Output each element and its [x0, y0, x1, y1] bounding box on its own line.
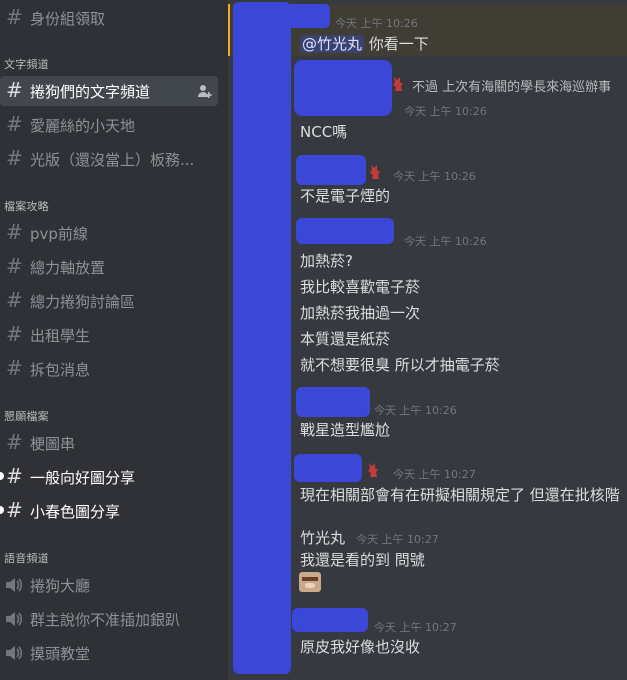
mention-bar	[228, 4, 230, 56]
hash-icon: #	[6, 322, 23, 346]
timestamp: 今天 上午 10:26	[374, 404, 457, 417]
timestamp: 今天 上午 10:26	[404, 105, 487, 118]
hash-icon: #	[6, 5, 23, 29]
message-text: 我比較喜歡電子菸	[300, 278, 421, 296]
message-text: 我還是看的到 問號	[300, 551, 425, 569]
hash-icon: #	[6, 146, 23, 170]
hash-icon: #	[6, 356, 23, 380]
speaker-icon	[6, 612, 23, 626]
channel-item[interactable]: # 總力軸放置	[0, 252, 228, 282]
timestamp: 今天 上午 10:27	[356, 533, 439, 546]
channel-sidebar: # 身份組領取 文字頻道 # 捲狗們的文字頻道 # 愛麗絲的小天地 # 光版（還…	[0, 0, 228, 680]
channel-name: 總力捲狗討論區	[30, 293, 136, 311]
message-content: @竹光丸 你看一下	[300, 33, 429, 54]
channel-name: pvp前線	[30, 225, 88, 243]
hash-icon: #	[6, 220, 23, 244]
hash-icon: #	[6, 254, 23, 278]
message-text: 加熱菸?	[300, 252, 353, 270]
channel-name: 拆包消息	[30, 361, 91, 379]
hash-icon: #	[6, 464, 23, 488]
message-text: 戰星造型尷尬	[300, 421, 391, 439]
message-text: 加熱菸我抽過一次	[300, 304, 421, 322]
voice-channel-item[interactable]: 摸頭教堂	[0, 638, 228, 668]
message-text: 原皮我好像也沒收	[300, 638, 421, 656]
category-text-channels[interactable]: 文字頻道	[4, 56, 49, 72]
message-text: 就不想要很臭 所以才抽電子菸	[300, 356, 500, 374]
channel-item[interactable]: # 總力捲狗討論區	[0, 286, 228, 316]
user-mention[interactable]: @竹光丸	[300, 35, 365, 53]
channel-name: 光版（還沒當上）板務...	[30, 151, 195, 169]
hash-icon: #	[6, 112, 23, 136]
channel-item[interactable]: # 梗圖串	[0, 428, 228, 458]
timestamp: 今天 上午 10:26	[393, 170, 476, 183]
channel-item-unread[interactable]: # 小春色圖分享	[0, 496, 228, 526]
channel-name: 身份組領取	[30, 10, 106, 28]
channel-name: 愛麗絲的小天地	[30, 117, 136, 135]
channel-name: 總力軸放置	[30, 259, 106, 277]
voice-channel-item[interactable]: 群主說你不准插加銀趴	[0, 604, 228, 634]
channel-name: 小春色圖分享	[30, 503, 121, 521]
username-redaction	[294, 60, 392, 116]
channel-name: 梗圖串	[30, 435, 76, 453]
category-petition-archive[interactable]: 懇願檔案	[4, 408, 49, 424]
channel-item[interactable]: # 捲狗們的文字頻道	[0, 76, 218, 106]
timestamp: 今天 上午 10:26	[404, 235, 487, 248]
message-text: 你看一下	[368, 35, 429, 53]
custom-emoji[interactable]	[299, 572, 321, 592]
unread-indicator	[0, 472, 4, 480]
channel-name: 捲狗大廳	[30, 577, 91, 595]
channel-role-claim[interactable]: # 身份組領取	[0, 3, 228, 33]
category-guides[interactable]: 檔案攻略	[4, 198, 49, 214]
channel-item-unread[interactable]: # 一般向好圖分享	[0, 462, 228, 492]
message-text: 現在相關部會有在研擬相關規定了 但還在批核階	[300, 486, 620, 504]
channel-name: 出租學生	[30, 327, 91, 345]
voice-channel-item[interactable]: 捲狗大廳	[0, 570, 228, 600]
channel-item[interactable]: # 愛麗絲的小天地	[0, 110, 228, 140]
rooster-emoji-icon	[368, 463, 378, 477]
category-voice-channels[interactable]: 語音頻道	[4, 550, 49, 566]
message-author[interactable]: 竹光丸	[300, 527, 345, 548]
channel-item[interactable]: # 光版（還沒當上）板務...	[0, 144, 228, 174]
speaker-icon	[6, 578, 23, 592]
timestamp: 今天 上午 10:27	[374, 621, 457, 634]
speaker-icon	[6, 646, 23, 660]
hash-icon: #	[6, 78, 23, 102]
channel-item[interactable]: # pvp前線	[0, 218, 228, 248]
hash-icon: #	[6, 288, 23, 312]
channel-name: 捲狗們的文字頻道	[30, 83, 151, 101]
channel-item[interactable]: # 出租學生	[0, 320, 228, 350]
hash-nsfw-icon: #	[6, 498, 23, 522]
channel-name: 一般向好圖分享	[30, 469, 136, 487]
channel-name: 摸頭教堂	[30, 645, 91, 663]
timestamp: 今天 上午 10:26	[335, 17, 418, 30]
channel-name: 群主說你不准插加銀趴	[30, 611, 181, 629]
message-text: 不是電子煙的	[300, 187, 391, 205]
username-redaction	[294, 454, 362, 482]
add-member-icon[interactable]	[196, 83, 212, 99]
rooster-emoji-icon	[370, 165, 380, 179]
avatar-column-redaction	[233, 2, 291, 674]
username-redaction	[292, 608, 368, 632]
username-redaction	[296, 155, 366, 185]
unread-indicator	[0, 506, 4, 514]
timestamp: 今天 上午 10:27	[393, 468, 476, 481]
channel-item[interactable]: # 拆包消息	[0, 354, 228, 384]
hash-icon: #	[6, 430, 23, 454]
username-redaction	[296, 387, 370, 417]
message-text: NCC嗎	[300, 123, 348, 141]
reply-preview[interactable]: 不過 上次有海關的學長來海巡辦事	[412, 76, 611, 95]
message-text: 本質還是紙菸	[300, 330, 391, 348]
rooster-emoji-icon	[393, 77, 403, 91]
username-redaction	[296, 218, 394, 244]
username-redaction	[284, 4, 330, 28]
